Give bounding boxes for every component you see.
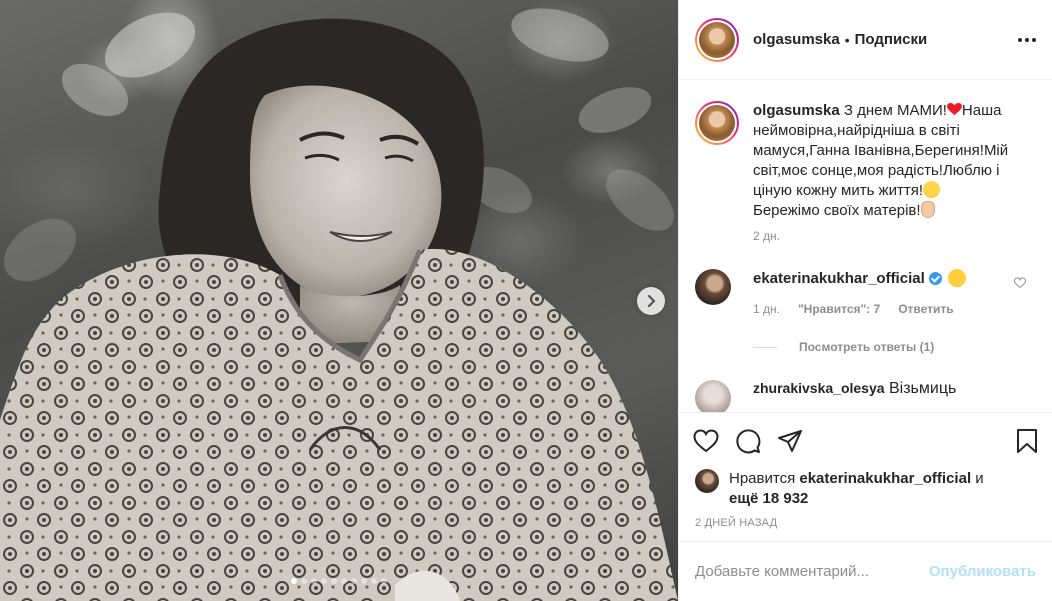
following-button[interactable]: Подписки <box>855 31 928 48</box>
comment-text: Візьмиць <box>888 380 957 397</box>
separator-dot: • <box>844 31 850 48</box>
liker-username[interactable]: ekaterinakukhar_official <box>799 470 971 487</box>
caption-avatar[interactable] <box>695 101 739 145</box>
view-replies-label: Посмотреть ответы (1) <box>799 340 935 354</box>
commenter-avatar[interactable] <box>695 269 731 305</box>
comment-time[interactable]: 1 дн. <box>753 302 780 316</box>
like-button[interactable] <box>693 429 719 453</box>
verified-badge-icon <box>928 272 942 285</box>
reply-button[interactable]: Ответить <box>898 302 953 316</box>
caption-time[interactable]: 2 дн. <box>753 229 1036 243</box>
carousel-dot <box>341 578 347 584</box>
likes-prefix: Нравится <box>729 470 800 487</box>
caption-username[interactable]: olgasumska <box>753 102 840 119</box>
carousel-dot <box>381 578 387 584</box>
post-photo[interactable] <box>0 0 678 601</box>
carousel-dot <box>301 578 307 584</box>
bookmark-icon <box>1017 429 1037 453</box>
view-replies-button[interactable]: Посмотреть ответы (1) <box>753 340 1036 354</box>
comment-like-heart-icon[interactable] <box>1014 277 1026 289</box>
likes-and: и <box>971 470 984 487</box>
comment-input[interactable] <box>695 563 929 580</box>
save-button[interactable] <box>1016 428 1038 454</box>
action-bar <box>679 413 1052 469</box>
comment-item: zhurakivska_olesya Візьмиць <box>695 380 1036 412</box>
photo-scene <box>0 8 678 601</box>
commenter-username[interactable]: zhurakivska_olesya <box>753 380 885 396</box>
carousel-dot <box>361 578 367 584</box>
share-button[interactable] <box>777 429 803 453</box>
comment-likes-count[interactable]: "Нравится": 7 <box>798 302 880 316</box>
share-icon <box>778 430 802 452</box>
likes-summary: Нравится ekaterinakukhar_official и ещё 1… <box>679 469 1052 509</box>
post-actions-section: Нравится ekaterinakukhar_official и ещё 1… <box>679 412 1052 529</box>
commenter-username[interactable]: ekaterinakukhar_official <box>753 270 925 287</box>
post-date[interactable]: 2 ДНЕЙ НАЗАД <box>679 517 1052 529</box>
red-heart-emoji-icon <box>946 103 962 116</box>
carousel-dot <box>321 578 327 584</box>
liker-avatar[interactable] <box>695 469 719 493</box>
likes-text: Нравится ekaterinakukhar_official и ещё 1… <box>729 469 984 509</box>
author-username[interactable]: olgasumska <box>753 31 840 48</box>
comment-meta: 1 дн. "Нравится": 7 Ответить <box>753 302 966 316</box>
carousel-dot <box>351 578 357 584</box>
comments-list[interactable]: olgasumska З днем МАМИ! Наша неймовірна,н… <box>679 81 1052 412</box>
carousel-dot <box>371 578 377 584</box>
carousel-indicator <box>0 578 678 584</box>
author-avatar[interactable] <box>695 17 739 62</box>
comment-button[interactable] <box>735 428 761 454</box>
carousel-dot <box>311 578 317 584</box>
next-slide-button[interactable] <box>637 287 665 315</box>
caption-text-part1: З днем МАМИ! <box>839 102 947 119</box>
comment-icon <box>736 429 761 454</box>
heart-icon <box>693 429 719 453</box>
carousel-dot <box>291 578 297 584</box>
heart-eyes-emoji-icon <box>947 269 966 287</box>
add-comment-bar: Опубликовать <box>679 541 1052 601</box>
post-side-panel: olgasumska • Подписки olgasumska З днем … <box>678 0 1052 601</box>
post-header: olgasumska • Подписки <box>679 0 1052 80</box>
caption-text-part3: Бережімо своїх матерів! <box>753 202 921 219</box>
more-options-icon[interactable] <box>1018 32 1036 48</box>
likes-count[interactable]: ещё 18 932 <box>729 490 808 507</box>
caption: olgasumska З днем МАМИ! Наша неймовірна,н… <box>695 101 1036 221</box>
commenter-avatar[interactable] <box>695 380 731 412</box>
comment-item: ekaterinakukhar_official 1 дн. "Нравится… <box>695 269 1036 316</box>
chevron-right-icon <box>647 295 656 307</box>
caption-text: olgasumska З днем МАМИ! Наша неймовірна,н… <box>753 101 1025 221</box>
carousel-dot <box>331 578 337 584</box>
smiling-hearts-emoji-icon <box>923 181 941 198</box>
hand-emoji-icon <box>920 201 935 218</box>
publish-button[interactable]: Опубликовать <box>929 563 1036 580</box>
